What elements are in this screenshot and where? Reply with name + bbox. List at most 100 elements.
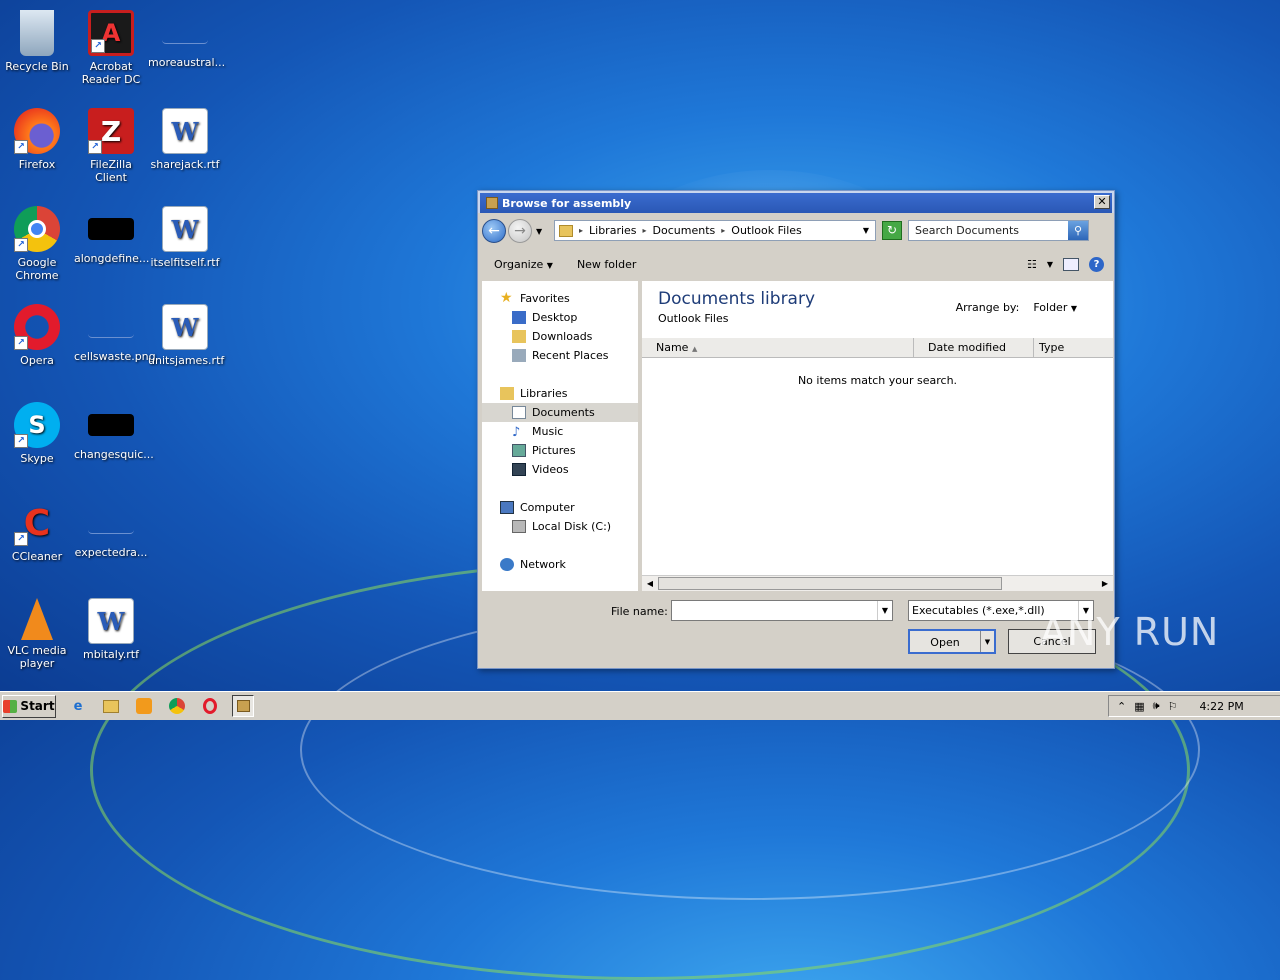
dialog-titlebar[interactable]: Browse for assembly [478,191,1114,213]
view-options-icon[interactable]: ☷ [1027,258,1037,271]
nav-favorites[interactable]: ★ Favorites [482,289,638,308]
nav-network[interactable]: Network [482,555,638,574]
help-icon[interactable]: ? [1089,256,1104,272]
history-dropdown-icon[interactable]: ▼ [536,227,542,236]
desktop-icon-unitsjames[interactable]: W unitsjames.rtf [148,300,224,367]
desktop-icon-acrobat[interactable]: A ↗ Acrobat Reader DC [74,6,148,86]
file-icon [88,512,134,534]
media-player-icon[interactable] [133,695,155,717]
desktop-icon-expectedra[interactable]: expectedra... [74,496,148,559]
desktop-icon-mbitaly[interactable]: W mbitaly.rtf [74,594,148,661]
nav-label: Computer [520,501,575,514]
breadcrumb-libraries[interactable]: Libraries [589,224,637,237]
scroll-thumb[interactable] [658,577,1002,590]
desktop-icon-chrome[interactable]: ↗ Google Chrome [0,202,74,282]
organize-button[interactable]: Organize ▼ [482,258,565,271]
preview-pane-icon[interactable] [1063,257,1079,271]
image-file-icon [88,316,134,338]
desktop-icon-label: Acrobat Reader DC [81,60,141,86]
open-options-icon[interactable]: ▼ [980,631,994,652]
breadcrumb-outlook-files[interactable]: Outlook Files [731,224,801,237]
chevron-down-icon[interactable]: ▼ [877,601,892,620]
desktop-icon-label: Google Chrome [15,256,59,282]
nav-downloads[interactable]: Downloads [482,327,638,346]
show-hidden-icons-icon[interactable]: ⌃ [1117,700,1126,713]
nav-pictures[interactable]: Pictures [482,441,638,460]
desktop-icon-itselfitself[interactable]: W itselfitself.rtf [148,202,222,269]
desktop-icon-ccleaner[interactable]: C ↗ CCleaner [0,496,74,563]
desktop-icon-label: mbitaly.rtf [82,648,139,661]
desktop-icon-cellswaste[interactable]: cellswaste.png [74,300,156,363]
desktop-icon-skype[interactable]: S ↗ Skype [0,398,74,465]
breadcrumb-documents[interactable]: Documents [653,224,716,237]
column-name[interactable]: Name ▲ [642,338,914,357]
assembly-icon [486,197,498,209]
desktop-icon-sharejack[interactable]: W sharejack.rtf [148,104,222,171]
volume-icon[interactable]: 🕪 [1153,699,1160,713]
nav-recent-places[interactable]: Recent Places [482,346,638,365]
desktop-icon-firefox[interactable]: ↗ Firefox [0,104,74,171]
back-arrow-icon[interactable]: ← [482,219,506,243]
desktop-icon-opera[interactable]: ↗ Opera [0,300,74,367]
active-app-icon[interactable] [232,695,254,717]
chevron-down-icon[interactable]: ▼ [863,226,869,235]
address-bar: ← → ▼ ▸ Libraries ▸ Documents ▸ Outlook … [482,217,1110,245]
nav-label: Documents [532,406,595,419]
file-name-input[interactable]: ▼ [671,600,893,621]
breadcrumb[interactable]: ▸ Libraries ▸ Documents ▸ Outlook Files … [554,220,876,241]
internet-explorer-icon[interactable]: e [67,695,89,717]
nav-label: Music [532,425,564,438]
desktop-icon-changesquic[interactable]: changesquic... [74,398,154,461]
open-button[interactable]: Open ▼ [908,629,996,654]
opera-taskbar-icon[interactable] [199,695,221,717]
desktop-icon-label: Opera [20,354,54,367]
library-title: Documents library [658,289,816,309]
refresh-icon[interactable]: ↻ [882,221,902,240]
word-document-icon: W [162,108,208,154]
network-tray-icon[interactable]: ▦ [1134,700,1144,713]
search-input[interactable]: Search Documents ⚲ [908,220,1089,241]
close-button[interactable]: ✕ [1094,195,1110,209]
nav-label: Downloads [532,330,593,343]
scroll-left-icon[interactable]: ◀ [643,577,657,590]
folder-icon [559,224,573,237]
nav-computer[interactable]: Computer [482,498,638,517]
file-explorer-icon[interactable] [100,695,122,717]
desktop-icon-moreaustral[interactable]: moreaustral... [148,6,226,69]
horizontal-scrollbar[interactable]: ◀ ▶ [642,575,1113,591]
column-headers: Name ▲ Date modified Type [642,338,1113,358]
nav-documents[interactable]: Documents [482,403,638,422]
nav-music[interactable]: ♪ Music [482,422,638,441]
library-header: Documents library Outlook Files [658,289,815,325]
nav-videos[interactable]: Videos [482,460,638,479]
desktop-icon-vlc[interactable]: VLC media player [0,594,74,670]
desktop-icon-alongdefine[interactable]: alongdefine... [74,202,150,265]
arrange-dropdown[interactable]: Folder ▼ [1033,301,1077,314]
start-button[interactable]: Start [2,694,56,718]
desktop-icon-filezilla[interactable]: Z ↗ FileZilla Client [74,104,148,184]
desktop-icon-label: alongdefine... [74,252,150,265]
nav-desktop[interactable]: Desktop [482,308,638,327]
desktop-icon-label: moreaustral... [148,56,226,69]
system-tray: ⌃ ▦ 🕪 ⚐ 4:22 PM [1108,695,1280,717]
forward-arrow-icon[interactable]: → [508,219,532,243]
nav-local-disk[interactable]: Local Disk (C:) [482,517,638,536]
search-placeholder: Search Documents [915,224,1020,237]
column-date-modified[interactable]: Date modified [914,338,1034,357]
desktop-icon [512,311,526,324]
chevron-down-icon[interactable]: ▼ [1047,260,1053,269]
new-folder-button[interactable]: New folder [565,258,648,271]
search-icon[interactable]: ⚲ [1068,221,1088,240]
nav-libraries[interactable]: Libraries [482,384,638,403]
clock[interactable]: 4:22 PM [1199,700,1243,713]
music-icon: ♪ [512,425,521,440]
chrome-taskbar-icon[interactable] [166,695,188,717]
scroll-right-icon[interactable]: ▶ [1098,577,1112,590]
desktop-icon-label: expectedra... [74,546,148,559]
chrome-icon: ↗ [14,206,60,252]
action-center-flag-icon[interactable]: ⚐ [1168,700,1178,713]
chevron-right-icon: ▸ [579,226,584,235]
desktop-icon-recycle-bin[interactable]: Recycle Bin [0,6,74,73]
arrange-value: Folder [1033,301,1068,314]
column-type[interactable]: Type [1034,338,1113,357]
